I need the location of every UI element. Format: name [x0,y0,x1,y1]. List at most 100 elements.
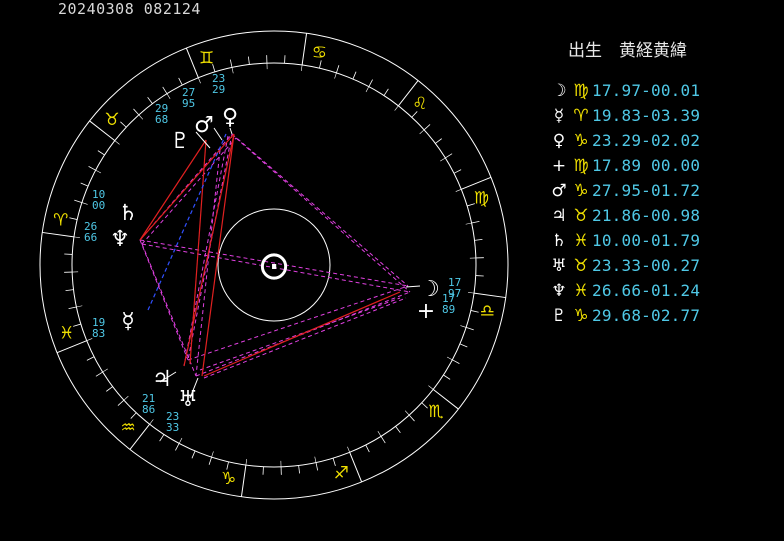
row-planet-glyph: ♄ [551,230,567,251]
row-planet-glyph: ♃ [551,205,567,226]
sign-glyph: ♎ [480,301,495,321]
inner-tick [300,64,303,71]
degree-tick [352,71,357,80]
row-planet-glyph: ♅ [551,255,567,276]
row-sign-glyph: ♑ [573,130,589,151]
degree-tick [336,65,340,74]
degree-tick [117,399,125,406]
pluto-minute-label: 68 [155,113,168,126]
row-values: 10.00-01.79 [592,231,701,250]
mercury-glyph: ☿ [121,309,135,334]
position-row: + ♍ 17.89 00.00 [548,153,700,178]
row-values: 21.86-00.98 [592,206,701,225]
degree-tick [175,443,180,451]
row-values: 27.95-01.72 [592,181,701,200]
row-planet-glyph: ♂ [551,180,567,201]
inner-tick [334,72,337,79]
degree-tick [383,88,389,96]
degree-tick [423,124,431,131]
row-planet-glyph: ♆ [551,280,567,301]
position-row: ♀ ♑ 23.29-02.02 [548,128,700,153]
degree-tick [208,456,212,465]
uranus-glyph: ♅ [178,387,198,412]
degree-tick [298,465,300,474]
degree-tick [453,169,462,174]
degree-tick [315,462,319,471]
inner-tick [428,385,434,390]
row-planet-glyph: ☿ [553,105,565,126]
degree-tick [69,217,78,220]
inner-tick [314,456,317,463]
inner-tick [73,236,80,239]
row-values: 26.66-01.24 [592,281,701,300]
jupiter-minute-label: 86 [142,403,155,416]
degree-tick [471,220,480,224]
degree-tick [191,450,196,459]
degree-tick [120,121,127,128]
sign-glyph: ♊ [199,49,214,69]
degree-tick [159,434,165,442]
degree-tick [445,153,453,159]
inner-tick [468,291,475,294]
degree-tick [229,59,233,68]
inner-tick [123,395,129,401]
inner-tick [198,77,201,84]
degree-tick [178,77,183,86]
horoscope-wheel: ♈♉♊ ♋♌♍♎♏♐♑♒♓ ⊙ ☽ 1797+1789☿1983♄1000♆26… [39,30,509,500]
row-sign-glyph: ♓ [573,280,589,301]
sign-boundary [461,176,492,190]
degree-tick [435,138,442,144]
saturn-minute-label: 00 [92,199,105,212]
saturn-glyph: ♄ [118,201,138,226]
inner-tick [81,202,88,205]
mars-glyph: ♂ [194,113,214,138]
inner-tick [446,356,453,361]
sign-glyph: ♓ [59,323,74,343]
row-sign-glyph: ♍ [573,155,589,176]
inner-tick [102,368,108,373]
inner-tick [455,189,462,192]
degree-tick [248,56,250,65]
degree-tick [365,444,370,453]
mars-minute-label: 95 [182,97,195,110]
degree-tick [470,310,479,313]
center-sun-symbol: ⊙ [257,243,291,289]
position-row: ♇ ♑ 29.68-02.77 [548,303,700,328]
position-row: ♆ ♓ 26.66-01.24 [548,278,700,303]
degree-tick [147,97,153,104]
inner-tick [211,451,214,458]
inner-tick [404,410,410,416]
inner-tick [460,325,467,328]
position-row: ♂ ♑ 27.95-01.72 [548,178,700,203]
uranus-minute-label: 33 [166,421,179,434]
row-values: 29.68-02.77 [592,306,701,325]
panel-title: 出生 黄経黄緯 [568,41,687,61]
inner-tick [347,446,350,453]
row-values: 23.33-00.27 [592,256,701,275]
inner-tick [245,459,248,466]
degree-tick [368,79,373,87]
sign-glyph: ♋ [312,43,327,63]
degree-tick [68,306,77,310]
row-sign-glyph: ♑ [573,305,589,326]
sign-boundary [42,231,75,238]
inner-tick [377,431,382,437]
sign-boundary [185,47,199,78]
row-values: 17.89 00.00 [592,156,701,175]
degree-tick [465,327,474,331]
row-planet-glyph: ☽ [551,80,567,101]
row-sign-glyph: ♈ [573,105,589,126]
sign-glyph: ♈ [53,211,68,231]
row-values: 17.97-00.01 [592,81,701,100]
inner-tick [138,114,144,120]
neptune-glyph: ♆ [110,227,130,252]
row-values: 19.83-03.39 [592,106,701,125]
inner-tick [394,105,399,111]
jupiter-glyph: ♃ [152,367,172,392]
position-row: ☽ ♍ 17.97-00.01 [548,78,700,103]
inner-tick [95,169,102,174]
degree-tick [452,359,460,364]
sign-boundary [301,33,308,66]
row-sign-glyph: ♉ [573,205,589,226]
sign-glyph: ♏ [428,402,443,422]
